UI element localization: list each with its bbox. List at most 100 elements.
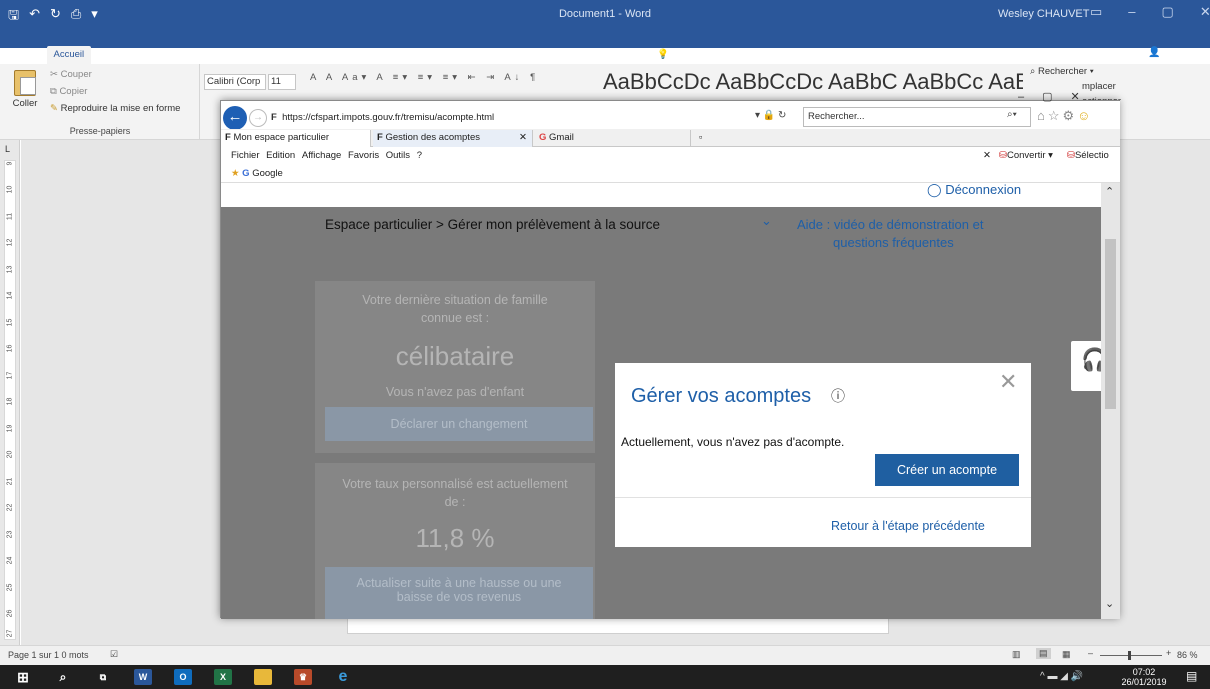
- close-icon[interactable]: ✕: [1200, 4, 1210, 20]
- minimize-icon[interactable]: –: [1018, 91, 1042, 103]
- tab-acrobat[interactable]: Acrobat: [604, 46, 651, 64]
- browser-search-input[interactable]: Rechercher...: [803, 107, 1031, 127]
- forward-button[interactable]: →: [249, 109, 267, 127]
- share-button[interactable]: 👤 Partager: [1148, 47, 1202, 58]
- ribbon-display-icon[interactable]: ▭: [1090, 4, 1102, 20]
- tab-review[interactable]: Révision: [394, 46, 444, 64]
- info-icon[interactable]: ⓘ: [831, 386, 845, 406]
- zoom-slider-thumb[interactable]: [1128, 651, 1131, 660]
- menu-favorites[interactable]: Favoris: [348, 150, 379, 161]
- font-size-select[interactable]: 11: [268, 74, 296, 90]
- scroll-thumb[interactable]: [1105, 239, 1116, 409]
- search-icon[interactable]: ⌕▾: [1007, 109, 1017, 120]
- read-mode-icon[interactable]: ▥: [1012, 649, 1021, 660]
- tab-addins[interactable]: Compléments: [498, 46, 571, 64]
- favorite-google[interactable]: G Google: [242, 168, 283, 179]
- app-icon[interactable]: ♛: [294, 669, 312, 685]
- proofing-icon[interactable]: ☑: [110, 649, 118, 660]
- address-actions[interactable]: ▾ 🔒 ↻: [755, 110, 786, 121]
- scroll-down-icon[interactable]: ⌄: [1105, 597, 1114, 610]
- ruler-tick: 20: [6, 450, 14, 459]
- person-icon: 👤: [1148, 47, 1161, 58]
- menu-view[interactable]: Affichage: [302, 150, 341, 161]
- close-icon[interactable]: ✕: [1071, 91, 1098, 103]
- smiley-icon[interactable]: ☺: [1077, 108, 1093, 123]
- zoom-level[interactable]: 86 %: [1177, 650, 1198, 660]
- tab-references[interactable]: Références: [263, 46, 326, 64]
- menu-tools[interactable]: Outils: [386, 150, 410, 161]
- new-tab-button[interactable]: ▫: [695, 130, 713, 147]
- browser-address-bar: ← → F https://cfspart.impots.gouv.fr/tre…: [221, 91, 1120, 130]
- tab-layout[interactable]: Mise en page: [192, 46, 263, 64]
- windows-start-icon[interactable]: ⊞: [14, 669, 32, 685]
- zoom-out-icon[interactable]: –: [1088, 648, 1093, 658]
- url-field[interactable]: F https://cfspart.impots.gouv.fr/tremisu…: [271, 109, 791, 127]
- page-scrollbar[interactable]: ⌃ ⌄: [1101, 183, 1120, 619]
- menu-help[interactable]: ?: [417, 150, 422, 161]
- minimize-icon[interactable]: –: [1128, 4, 1135, 20]
- tab-help[interactable]: Aide: [571, 46, 604, 64]
- lightbulb-icon: 💡: [657, 49, 670, 60]
- scroll-up-icon[interactable]: ⌃: [1105, 185, 1114, 198]
- system-tray-icons[interactable]: ^ ▬ ◢ 🔊: [1040, 671, 1083, 682]
- help-accordion[interactable]: ⌄ Aide : vidéo de démonstration et quest…: [745, 209, 1035, 259]
- web-layout-icon[interactable]: ▦: [1062, 649, 1071, 660]
- tab-mailings[interactable]: Publipostage: [325, 46, 394, 64]
- close-tab-icon[interactable]: ✕: [519, 130, 527, 146]
- tab-file[interactable]: Fichier: [4, 46, 47, 64]
- task-view-icon[interactable]: ⧉: [94, 669, 112, 685]
- favorites-star-icon[interactable]: ☆: [1048, 108, 1063, 123]
- convert-button[interactable]: ⛁Convertir ▾: [999, 147, 1053, 165]
- file-explorer-icon[interactable]: [254, 669, 272, 685]
- headset-help-button[interactable]: 🎧: [1071, 341, 1101, 391]
- logout-link[interactable]: ◯ Déconnexion: [927, 183, 1021, 198]
- paste-button[interactable]: Coller: [8, 68, 42, 120]
- tab-view[interactable]: Affichage: [445, 46, 498, 64]
- tab-selector[interactable]: L: [5, 144, 10, 154]
- browser-tabs: F Mon espace particulier F Gestion des a…: [221, 129, 1120, 147]
- tab-insert[interactable]: Insertion: [91, 46, 141, 64]
- declare-change-button[interactable]: Déclarer un changement: [325, 407, 593, 441]
- tab-gestion-acomptes[interactable]: F Gestion des acomptes ✕: [373, 130, 533, 147]
- cut-button[interactable]: ✂ Couper: [50, 69, 92, 80]
- gear-icon[interactable]: ⚙: [1063, 108, 1078, 123]
- page-word-count[interactable]: Page 1 sur 1 0 mots: [8, 650, 89, 660]
- notifications-icon[interactable]: ▤: [1186, 669, 1197, 683]
- back-button[interactable]: ←: [223, 106, 247, 130]
- breadcrumb[interactable]: Espace particulier > Gérer mon prélèveme…: [325, 217, 660, 232]
- internet-explorer-icon[interactable]: e: [334, 669, 352, 685]
- tell-me-search[interactable]: Dites-nous ce que vous voulez faire: [676, 46, 834, 64]
- print-layout-icon[interactable]: ▤: [1036, 648, 1051, 659]
- menu-file[interactable]: Fichier: [231, 150, 260, 161]
- maximize-icon[interactable]: ▢: [1042, 91, 1070, 103]
- outlook-app-icon[interactable]: O: [174, 669, 192, 685]
- selection-button[interactable]: ⛁Sélectio: [1067, 147, 1109, 165]
- menu-edit[interactable]: Edition: [266, 150, 295, 161]
- create-acompte-button[interactable]: Créer un acompte: [875, 454, 1019, 486]
- favorites-star-icon[interactable]: ★: [231, 168, 240, 179]
- styles-gallery[interactable]: AaBbCcDc AaBbCcDc AaBbC AaBbCc AaB: [603, 70, 1023, 94]
- zoom-in-icon[interactable]: +: [1166, 648, 1171, 658]
- tab-home[interactable]: Accueil: [46, 46, 92, 64]
- format-painter-button[interactable]: ✎ Reproduire la mise en forme: [50, 103, 180, 114]
- maximize-icon[interactable]: ▢: [1162, 4, 1174, 20]
- zoom-slider[interactable]: [1100, 655, 1162, 656]
- home-icon[interactable]: ⌂: [1037, 108, 1048, 123]
- tab-mon-espace[interactable]: F Mon espace particulier: [221, 130, 371, 147]
- search-icon[interactable]: ⌕: [54, 669, 72, 685]
- ruler-tick: 26: [6, 609, 14, 618]
- modal-message: Actuellement, vous n'avez pas d'acompte.: [621, 435, 845, 449]
- tab-design[interactable]: Création: [142, 46, 192, 64]
- modal-close-icon[interactable]: ✕: [999, 369, 1017, 395]
- font-name-select[interactable]: Calibri (Corp: [204, 74, 266, 90]
- update-income-button[interactable]: Actualiser suite à une hausse ou une bai…: [325, 567, 593, 619]
- excel-app-icon[interactable]: X: [214, 669, 232, 685]
- find-button[interactable]: ⌕ Rechercher ▾: [1030, 66, 1160, 77]
- close-toolbar-icon[interactable]: ✕: [983, 147, 991, 165]
- word-app-icon[interactable]: W: [134, 669, 152, 685]
- user-name[interactable]: Wesley CHAUVET: [998, 8, 1089, 20]
- tab-gmail[interactable]: G Gmail: [535, 130, 691, 147]
- back-link[interactable]: Retour à l'étape précédente: [831, 519, 985, 533]
- clock[interactable]: 07:02 26/01/2019: [1118, 667, 1170, 687]
- copy-button[interactable]: ⧉ Copier: [50, 86, 87, 97]
